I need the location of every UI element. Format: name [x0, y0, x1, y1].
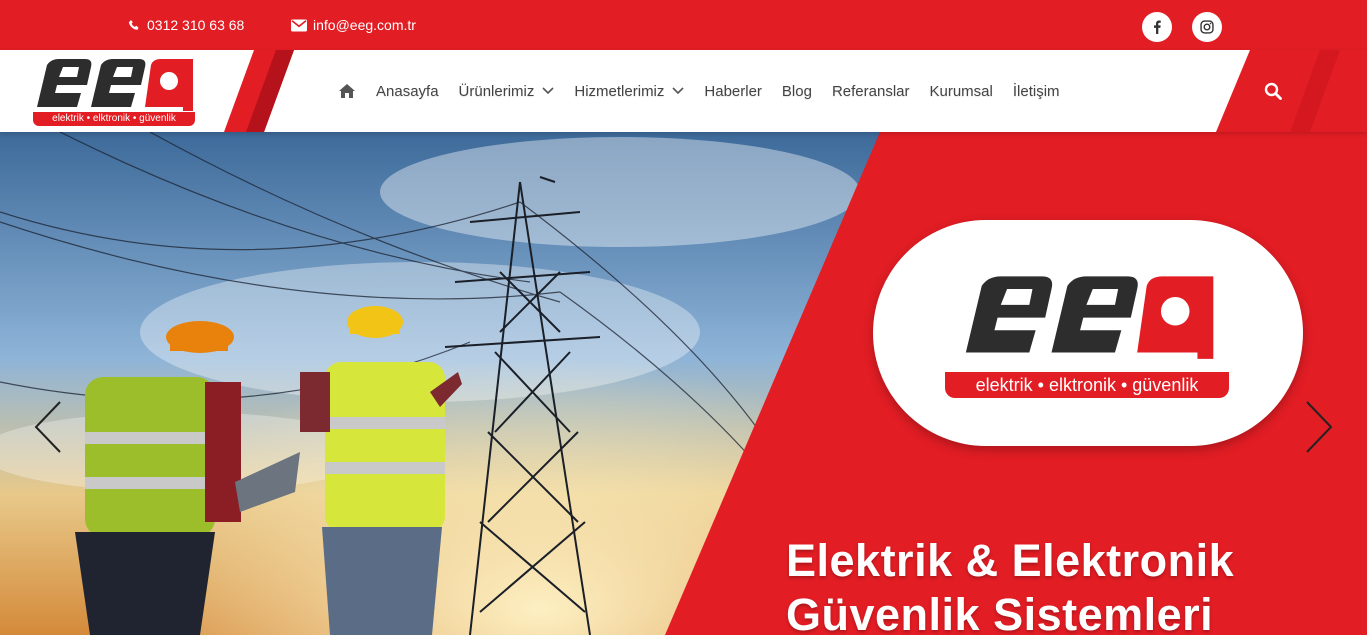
- phone-icon: [128, 19, 139, 30]
- nav-item-hizmetlerimiz[interactable]: Hizmetlerimiz: [574, 83, 684, 100]
- hero-badge-tagline: elektrik • elktronik • güvenlik: [945, 372, 1229, 398]
- envelope-icon: [291, 19, 307, 31]
- nav-item-haberler[interactable]: Haberler: [704, 83, 762, 100]
- slider-next-button[interactable]: [1304, 400, 1334, 454]
- nav-label: Ürünlerimiz: [458, 82, 535, 100]
- home-icon: [339, 84, 355, 98]
- nav-label: İletişim: [1012, 82, 1060, 100]
- nav-home-button[interactable]: [338, 83, 356, 99]
- chevron-left-icon: [34, 401, 61, 453]
- hero-logo-badge: [873, 220, 1303, 446]
- chevron-right-icon: [1306, 401, 1333, 453]
- nav-label: Anasayfa: [376, 82, 439, 100]
- nav-label: Blog: [781, 82, 812, 100]
- header-red-slash: [224, 50, 294, 132]
- facebook-icon: [1154, 20, 1161, 34]
- instagram-icon: [1200, 20, 1214, 34]
- nav-item-anasayfa[interactable]: Anasayfa: [376, 83, 439, 100]
- instagram-button[interactable]: [1192, 12, 1222, 42]
- facebook-button[interactable]: [1142, 12, 1172, 42]
- email-address: info@eeg.com.tr: [313, 17, 416, 33]
- eeg-logo-icon: [37, 59, 193, 111]
- phone-contact[interactable]: 0312 310 63 68: [128, 17, 244, 33]
- nav-item-referanslar[interactable]: Referanslar: [832, 83, 910, 100]
- hero-title: Elektrik & Elektronik Güvenlik Sistemler…: [786, 534, 1234, 635]
- top-bar: 0312 310 63 68 info@eeg.com.tr: [0, 0, 1367, 50]
- search-icon: [1264, 82, 1282, 100]
- phone-number: 0312 310 63 68: [147, 17, 245, 33]
- eeg-badge-logo-icon: [965, 276, 1214, 359]
- nav-label: Hizmetlerimiz: [574, 82, 665, 100]
- nav-label: Haberler: [704, 82, 762, 100]
- nav-item-kurumsal[interactable]: Kurumsal: [930, 83, 993, 100]
- nav-item-iletisim[interactable]: İletişim: [1013, 83, 1060, 100]
- main-nav: Anasayfa Ürünlerimiz Hizmetlerimiz Haber…: [338, 50, 1080, 132]
- main-header: elektrik • elktronik • güvenlik Anasayfa…: [0, 50, 1367, 132]
- site-logo[interactable]: elektrik • elktronik • güvenlik: [33, 55, 195, 129]
- chevron-down-icon: [542, 87, 554, 95]
- chevron-down-icon: [672, 87, 684, 95]
- nav-item-blog[interactable]: Blog: [782, 83, 812, 100]
- nav-label: Kurumsal: [929, 82, 993, 100]
- nav-label: Referanslar: [831, 82, 910, 100]
- hero-title-line2: Güvenlik Sistemleri: [786, 589, 1214, 635]
- slider-prev-button[interactable]: [33, 400, 63, 454]
- email-contact[interactable]: info@eeg.com.tr: [291, 17, 416, 33]
- hero-title-line1: Elektrik & Elektronik: [786, 535, 1235, 586]
- search-red-block: [1216, 50, 1367, 132]
- logo-tagline: elektrik • elktronik • güvenlik: [33, 112, 195, 126]
- search-button[interactable]: [1262, 80, 1284, 102]
- hero-slider: elektrik • elktronik • güvenlik Elektrik…: [0, 132, 1367, 635]
- nav-item-urunlerimiz[interactable]: Ürünlerimiz: [459, 83, 555, 100]
